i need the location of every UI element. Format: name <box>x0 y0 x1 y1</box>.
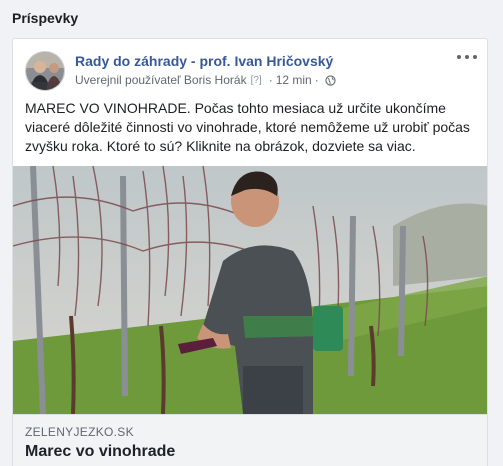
meta-separator: · <box>268 73 273 87</box>
section-title: Príspevky <box>12 10 79 26</box>
page-avatar[interactable] <box>25 51 65 91</box>
globe-icon[interactable] <box>325 74 336 86</box>
link-domain: ZELENYJEZKO.SK <box>25 425 134 439</box>
more-options-icon[interactable] <box>457 51 477 63</box>
link-preview[interactable]: ZELENYJEZKO.SK Marec vo vinohrade <box>13 414 487 466</box>
link-title[interactable]: Marec vo vinohrade <box>25 443 175 461</box>
post-text: MAREC VO VINOHRADE. Počas tohto mesiaca … <box>25 100 470 154</box>
post-author[interactable]: Uverejnil používateľ Boris Horák <box>75 73 247 87</box>
post-time[interactable]: 12 min <box>276 73 312 87</box>
page-name-link[interactable]: Rady do záhrady - prof. Ivan Hričovský <box>75 53 333 69</box>
post-meta: Uverejnil používateľ Boris Horák [?] · 1… <box>75 73 336 87</box>
post-photo[interactable] <box>13 166 488 414</box>
meta-separator-2: · <box>314 73 319 87</box>
help-badge[interactable]: [?] <box>251 75 262 86</box>
post-card: Rady do záhrady - prof. Ivan Hričovský U… <box>12 38 488 466</box>
avatar-image <box>26 52 64 90</box>
